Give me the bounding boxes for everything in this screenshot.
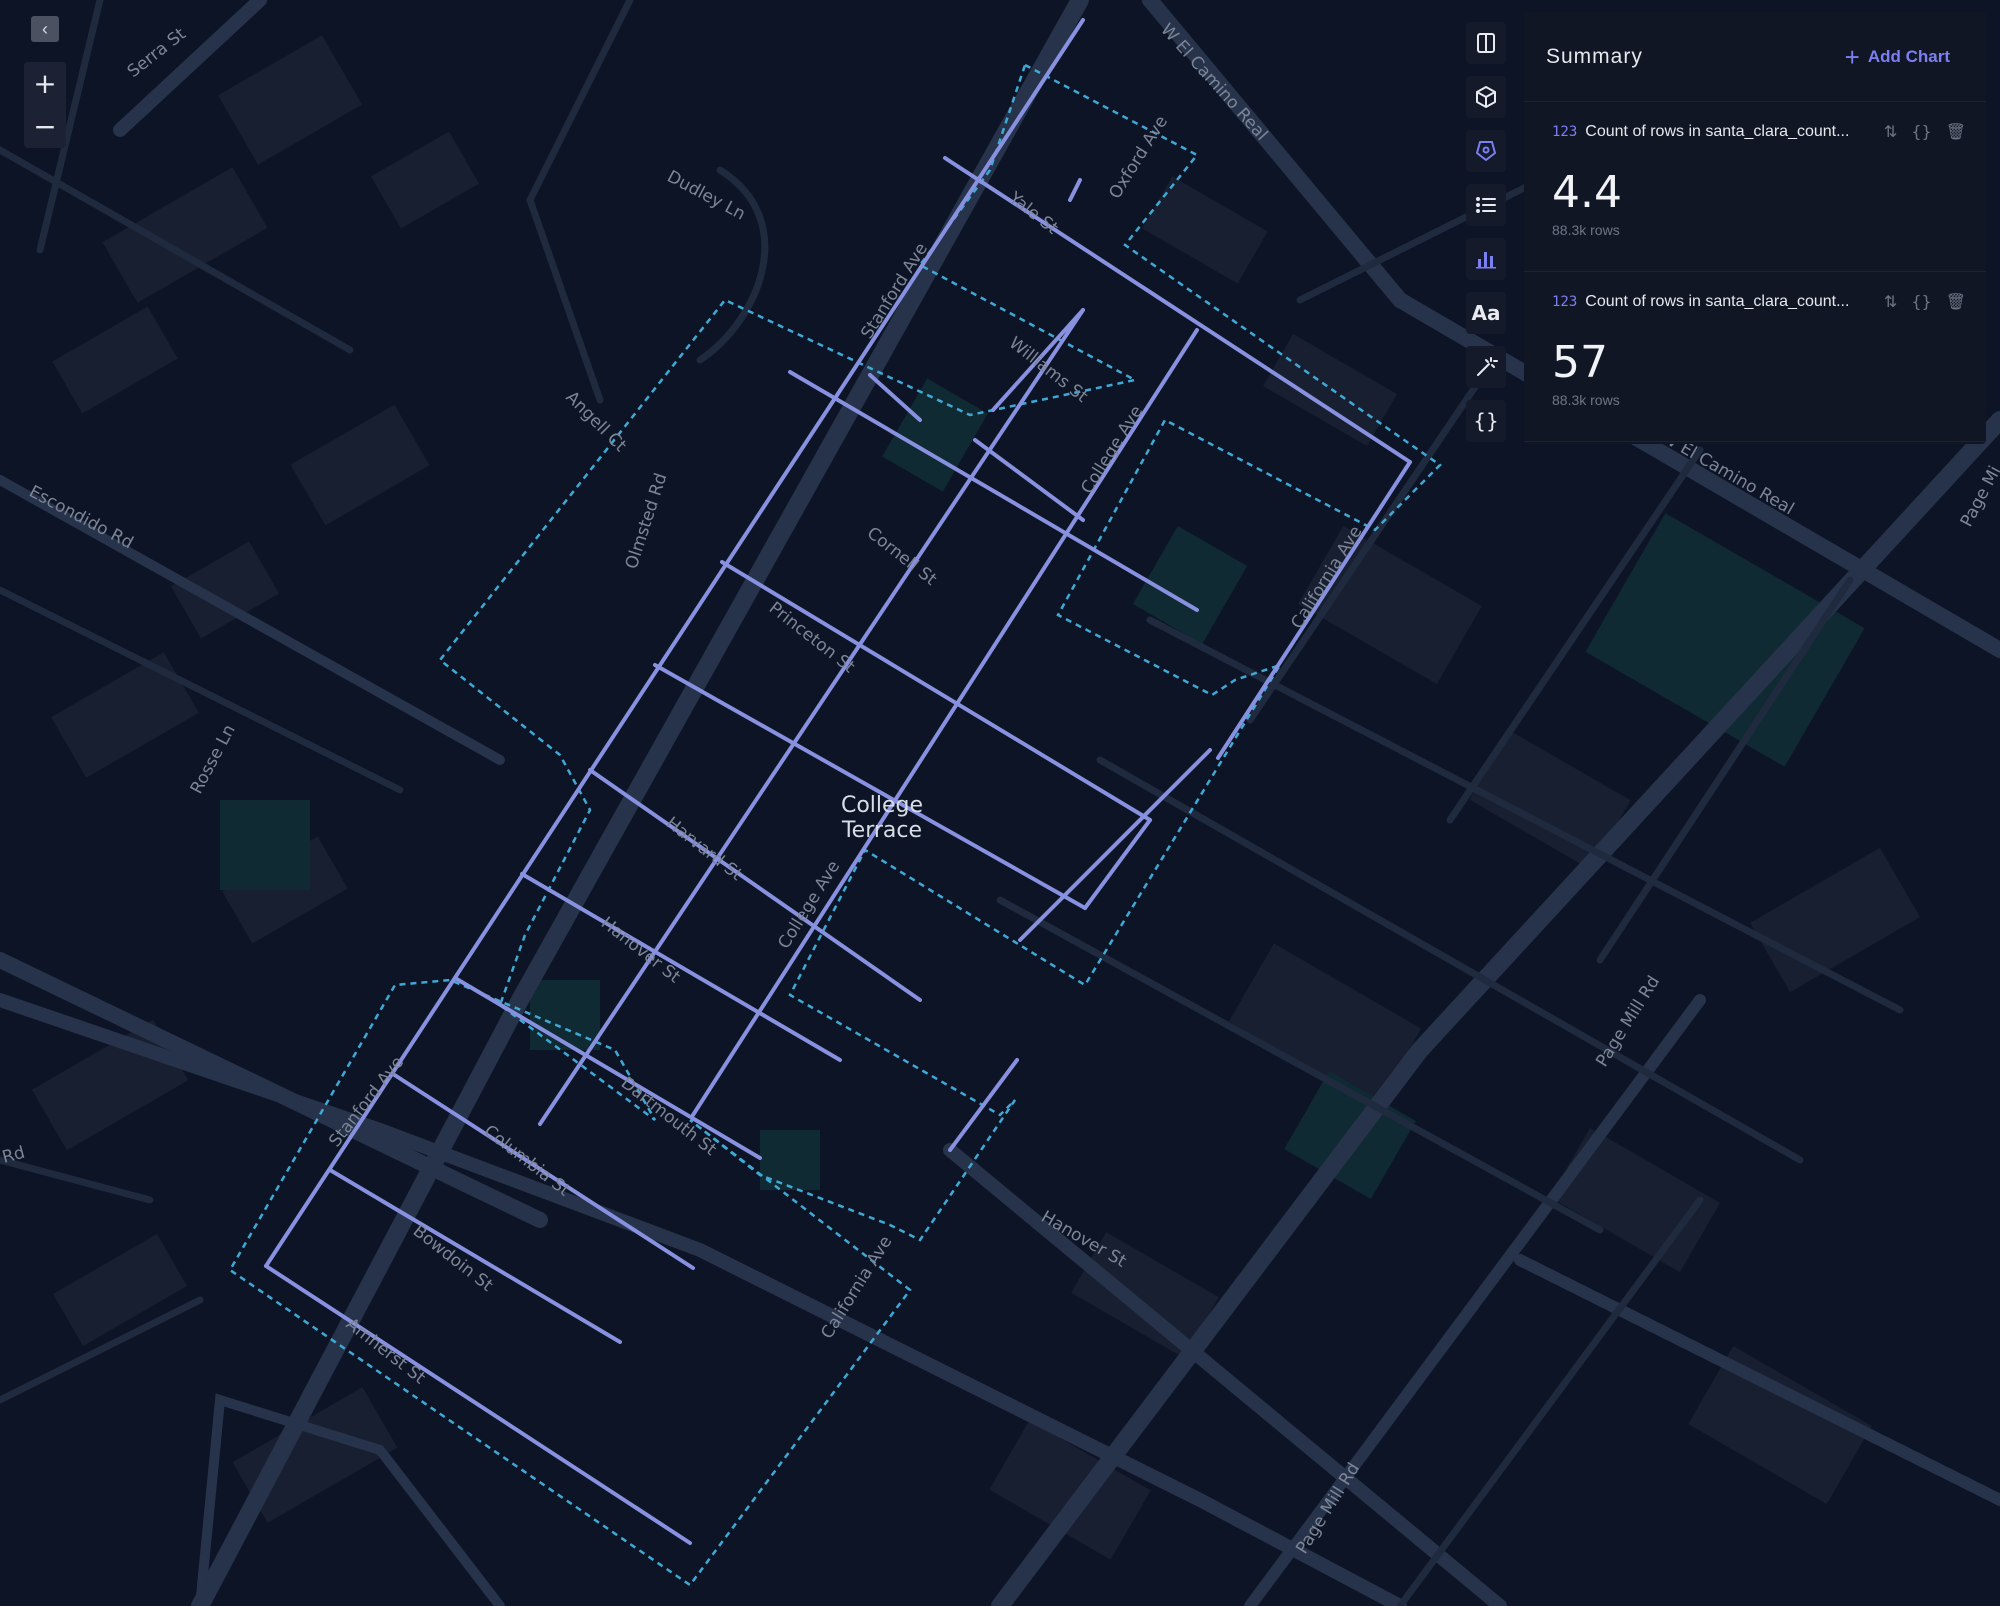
card-title: Count of rows in santa_clara_count...	[1585, 122, 1850, 140]
card-row-count: 88.3k rows	[1552, 222, 1620, 238]
cube-icon	[1476, 86, 1496, 108]
config-button[interactable]: {}	[1466, 400, 1506, 442]
trash-icon[interactable]: 🗑	[1946, 122, 1966, 141]
collapse-sidebar-button[interactable]: ‹	[31, 16, 59, 42]
tools-button[interactable]	[1466, 346, 1506, 388]
sort-icon[interactable]: ⇅	[1884, 122, 1897, 141]
zoom-controls: + −	[24, 62, 66, 148]
trash-icon[interactable]: 🗑	[1946, 292, 1966, 311]
number-type-icon: 123	[1552, 123, 1578, 140]
summary-card: 123 Count of rows in santa_clara_count..…	[1524, 102, 1986, 272]
card-value: 4.4	[1552, 167, 1622, 218]
map-layers-icon	[1476, 141, 1496, 161]
add-chart-button[interactable]: + Add Chart	[1844, 41, 1950, 72]
map-toolbar: Aa {}	[1466, 22, 1506, 442]
sort-icon[interactable]: ⇅	[1884, 292, 1897, 311]
map-style-button[interactable]	[1466, 130, 1506, 172]
summary-header: Summary + Add Chart	[1524, 12, 1986, 102]
list-icon	[1476, 197, 1496, 213]
layers-list-button[interactable]	[1466, 184, 1506, 226]
summary-panel: Summary + Add Chart 123 Count of rows in…	[1524, 12, 1986, 444]
card-header: 123 Count of rows in santa_clara_count..…	[1552, 122, 1966, 141]
3d-view-button[interactable]	[1466, 76, 1506, 118]
card-title: Count of rows in santa_clara_count...	[1585, 292, 1850, 310]
card-row-count: 88.3k rows	[1552, 392, 1620, 408]
charts-button[interactable]	[1466, 238, 1506, 280]
text-style-button[interactable]: Aa	[1466, 292, 1506, 334]
code-braces-icon[interactable]: {}	[1911, 122, 1931, 141]
add-chart-label: Add Chart	[1867, 46, 1950, 66]
card-actions: ⇅ {} 🗑	[1884, 292, 1966, 311]
card-value: 57	[1552, 337, 1608, 388]
code-braces-icon[interactable]: {}	[1911, 292, 1931, 311]
split-view-icon	[1477, 33, 1495, 53]
zoom-out-button[interactable]: −	[24, 105, 66, 148]
bar-chart-icon	[1476, 252, 1496, 269]
chevron-left-icon: ‹	[42, 19, 48, 39]
neighborhood-label: College Terrace	[841, 793, 923, 843]
summary-title: Summary	[1546, 44, 1643, 68]
card-header: 123 Count of rows in santa_clara_count..…	[1552, 292, 1966, 311]
split-view-button[interactable]	[1466, 22, 1506, 64]
plus-icon: +	[1844, 41, 1860, 72]
zoom-in-button[interactable]: +	[24, 62, 66, 105]
number-type-icon: 123	[1552, 293, 1578, 310]
card-actions: ⇅ {} 🗑	[1884, 122, 1966, 141]
text-style-icon: Aa	[1471, 301, 1501, 325]
neighborhood-label-line-1: College	[841, 793, 923, 818]
neighborhood-label-line-2: Terrace	[841, 818, 922, 843]
summary-card: 123 Count of rows in santa_clara_count..…	[1524, 272, 1986, 442]
magic-wand-icon	[1477, 357, 1498, 376]
code-braces-icon: {}	[1473, 409, 1499, 433]
